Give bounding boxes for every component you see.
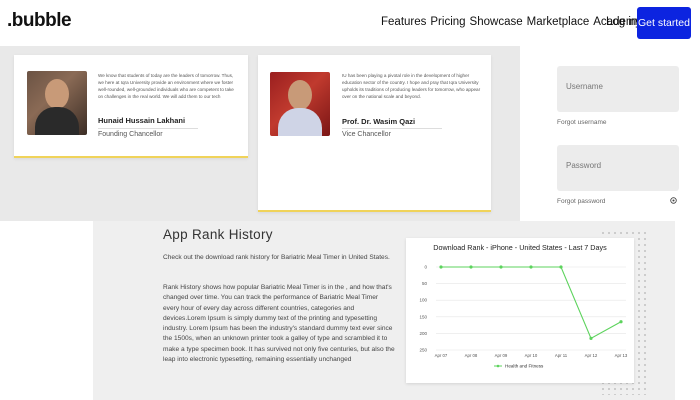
nav-features[interactable]: Features (381, 16, 426, 28)
nav-showcase[interactable]: Showcase (470, 16, 523, 28)
username-field[interactable]: Username (557, 66, 679, 112)
y-tick-label: 50 (422, 281, 428, 286)
top-nav: .bubble Features Pricing Showcase Market… (0, 0, 700, 46)
y-tick-label: 0 (424, 265, 427, 270)
y-tick-label: 150 (419, 314, 427, 319)
data-point (589, 336, 593, 340)
nav-marketplace[interactable]: Marketplace (527, 16, 590, 28)
signin-panel: Username Forgot username Password Forgot… (520, 46, 700, 221)
password-field[interactable]: Password (557, 145, 679, 191)
get-started-button[interactable]: Get started (637, 7, 691, 39)
data-point (469, 265, 473, 269)
testimonial-role: Founding Chancellor (98, 128, 198, 138)
x-tick-label: Apr 10 (525, 353, 538, 358)
rank-body: Rank History shows how popular Bariatric… (163, 284, 395, 364)
nav-pricing[interactable]: Pricing (430, 16, 465, 28)
chart-title: Download Rank - iPhone - United States -… (433, 243, 607, 252)
testimonial-role: Vice Chancellor (342, 128, 442, 138)
x-tick-label: Apr 12 (585, 353, 598, 358)
avatar (27, 71, 87, 135)
x-tick-label: Apr 07 (435, 353, 448, 358)
data-point (559, 265, 563, 269)
rank-intro: Check out the download rank history for … (163, 254, 390, 261)
legend-label: Health and Fitness (505, 364, 544, 369)
x-tick-label: Apr 09 (495, 353, 508, 358)
testimonial-name: Prof. Dr. Wasim Qazi (342, 117, 416, 126)
avatar (270, 72, 330, 136)
x-tick-label: Apr 08 (465, 353, 478, 358)
rank-title: App Rank History (163, 227, 273, 242)
testimonial-card: We know that students of today are the l… (14, 55, 248, 158)
x-tick-label: Apr 13 (615, 353, 628, 358)
y-tick-label: 200 (419, 331, 427, 336)
testimonial-quote: IU has been playing a pivotal role in th… (342, 73, 481, 99)
data-point (619, 320, 623, 324)
legend-marker (496, 364, 500, 368)
testimonial-card: IU has been playing a pivotal role in th… (258, 55, 491, 212)
forgot-password-link[interactable]: Forgot password (557, 198, 605, 205)
page: .bubble Features Pricing Showcase Market… (0, 0, 700, 400)
forgot-username-link[interactable]: Forgot username (557, 119, 607, 126)
data-point (499, 265, 503, 269)
data-point (529, 265, 533, 269)
series-line (441, 266, 622, 340)
eye-icon[interactable] (670, 197, 677, 206)
rank-chart: 0 50 100 150 200 250 Apr 07 Apr 08 Apr 09 Apr 10 A… (406, 238, 634, 383)
data-point (439, 265, 443, 269)
login-link[interactable]: Log in (606, 16, 637, 28)
nav-links: Features Pricing Showcase Marketplace Ac… (381, 16, 641, 28)
logo[interactable]: .bubble (7, 10, 72, 32)
y-tick-label: 250 (419, 348, 427, 353)
testimonial-quote: We know that students of today are the l… (98, 73, 234, 99)
x-tick-label: Apr 11 (555, 353, 568, 358)
y-tick-label: 100 (419, 298, 427, 303)
rank-chart-svg: 0 50 100 150 200 250 Apr 07 Apr 08 Apr 09 Apr 10 A… (419, 265, 628, 369)
testimonial-name: Hunaid Hussain Lakhani (98, 116, 186, 125)
